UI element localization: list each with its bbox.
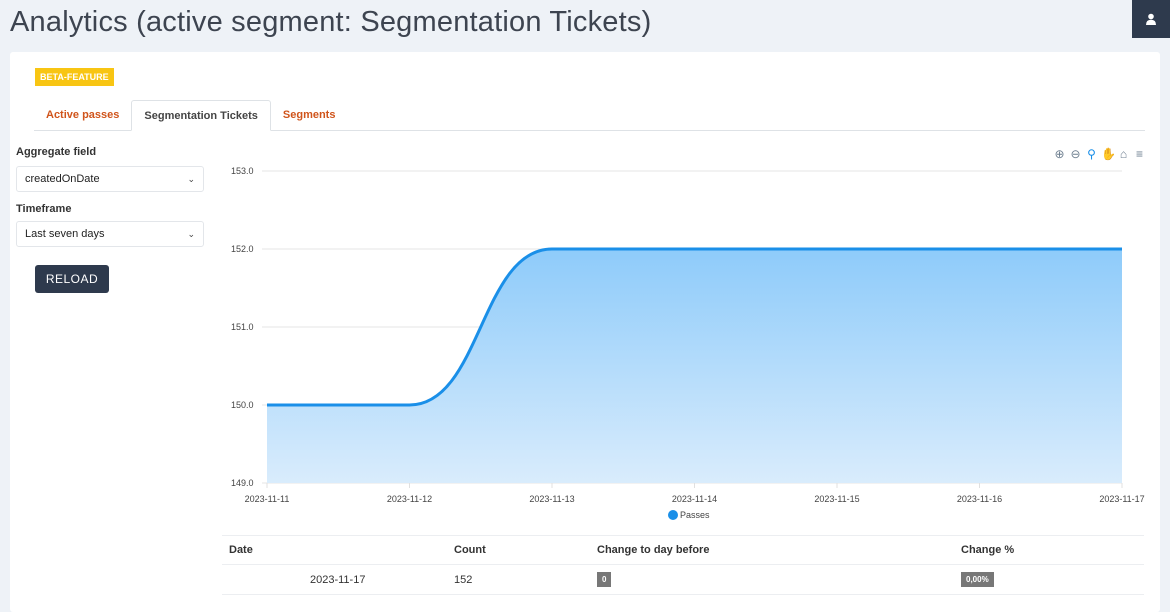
y-tick-label: 150.0	[231, 400, 254, 410]
stats-table: Date Count Change to day before Change %…	[222, 535, 1144, 595]
x-tick-label: 2023-11-16	[957, 494, 1002, 504]
cell-count: 152	[447, 564, 590, 595]
x-tick-label: 2023-11-15	[814, 494, 859, 504]
y-tick-label: 149.0	[231, 478, 254, 488]
menu-icon[interactable]: ≡	[1133, 147, 1146, 161]
table-header-row: Date Count Change to day before Change %	[222, 535, 1144, 565]
y-tick-label: 151.0	[231, 322, 254, 332]
legend-label-passes: Passes	[680, 510, 710, 520]
x-tick-label: 2023-11-11	[245, 494, 290, 504]
series-area-passes	[267, 249, 1122, 483]
selection-zoom-icon[interactable]: ⚲	[1085, 147, 1098, 161]
table-row: 2023-11-17 152 0 0,00%	[222, 564, 1144, 595]
area-chart: 149.0 150.0 151.0 152.0 153.0 2023-11-11 2023…	[231, 166, 1145, 520]
x-tick-label: 2023-11-17	[1099, 494, 1144, 504]
x-tick-label: 2023-11-13	[529, 494, 574, 504]
zoom-in-icon[interactable]: ⊕	[1053, 147, 1066, 161]
cell-date: 2023-11-17	[222, 564, 447, 595]
pan-hand-icon[interactable]: ✋	[1101, 147, 1116, 161]
col-change-pct: Change %	[954, 535, 1144, 565]
home-reset-icon[interactable]: ⌂	[1117, 147, 1130, 161]
col-date: Date	[222, 535, 447, 565]
x-tick-label: 2023-11-12	[387, 494, 432, 504]
col-change: Change to day before	[590, 535, 954, 565]
change-badge: 0	[597, 572, 612, 587]
y-tick-label: 152.0	[231, 244, 254, 254]
zoom-out-icon[interactable]: ⊖	[1069, 147, 1082, 161]
x-tick-label: 2023-11-14	[672, 494, 717, 504]
chart-toolbar: ⊕ ⊖ ⚲ ✋ ⌂ ≡	[1053, 147, 1146, 161]
change-pct-badge: 0,00%	[961, 572, 994, 587]
y-tick-label: 153.0	[231, 166, 254, 176]
col-count: Count	[447, 535, 590, 565]
legend-marker-passes	[668, 510, 678, 520]
chart-legend[interactable]: Passes	[668, 510, 710, 520]
